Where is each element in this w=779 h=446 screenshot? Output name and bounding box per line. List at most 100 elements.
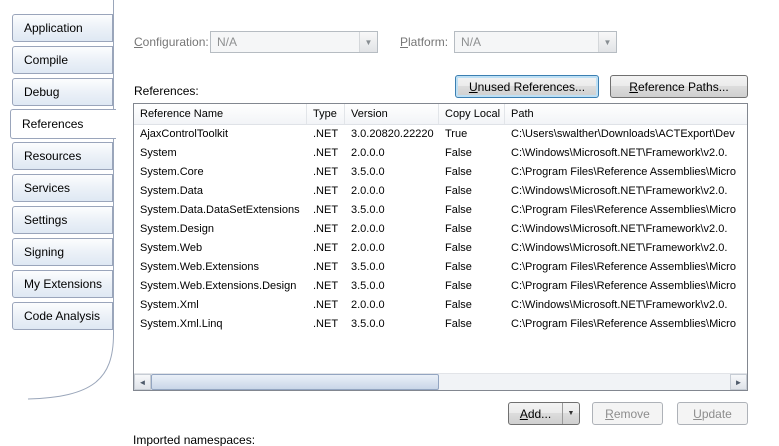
table-row[interactable]: System.Web.Extensions .NET 3.5.0.0 False… xyxy=(134,258,747,277)
cell-version: 3.5.0.0 xyxy=(345,163,439,182)
column-header-copy-local[interactable]: Copy Local xyxy=(439,104,505,124)
chevron-down-icon: ▼ xyxy=(598,32,616,52)
column-header-type[interactable]: Type xyxy=(307,104,345,124)
cell-path: C:\Program Files\Reference Assemblies\Mi… xyxy=(505,277,747,296)
tab-signing[interactable]: Signing xyxy=(12,238,113,266)
table-row[interactable]: AjaxControlToolkit .NET 3.0.20820.22220 … xyxy=(134,125,747,144)
cell-copy-local: False xyxy=(439,315,505,334)
tab-signing-label: Signing xyxy=(24,245,64,259)
table-row[interactable]: System.Xml.Linq .NET 3.5.0.0 False C:\Pr… xyxy=(134,315,747,334)
tab-resources-label: Resources xyxy=(24,149,81,163)
cell-type: .NET xyxy=(307,315,345,334)
tab-code-analysis-label: Code Analysis xyxy=(24,309,100,323)
cell-type: .NET xyxy=(307,163,345,182)
cell-copy-local: False xyxy=(439,163,505,182)
cell-reference-name: System.Web.Extensions.Design xyxy=(134,277,307,296)
cell-reference-name: System.Web xyxy=(134,239,307,258)
cell-reference-name: System xyxy=(134,144,307,163)
cell-type: .NET xyxy=(307,296,345,315)
column-header-path[interactable]: Path xyxy=(505,104,747,124)
configuration-dropdown: N/A ▼ xyxy=(210,31,378,53)
cell-version: 2.0.0.0 xyxy=(345,296,439,315)
cell-copy-local: False xyxy=(439,201,505,220)
tab-application-label: Application xyxy=(24,21,83,35)
add-button[interactable]: Add... ▼ xyxy=(508,402,580,425)
cell-type: .NET xyxy=(307,144,345,163)
cell-copy-local: True xyxy=(439,125,505,144)
table-row[interactable]: System.Data .NET 2.0.0.0 False C:\Window… xyxy=(134,182,747,201)
tab-application[interactable]: Application xyxy=(12,14,113,42)
cell-copy-local: False xyxy=(439,220,505,239)
references-table: Reference Name Type Version Copy Local P… xyxy=(133,103,748,391)
cell-type: .NET xyxy=(307,182,345,201)
tab-services-label: Services xyxy=(24,181,70,195)
table-row[interactable]: System.Web .NET 2.0.0.0 False C:\Windows… xyxy=(134,239,747,258)
unused-references-button[interactable]: Unused References... xyxy=(455,75,599,98)
cell-path: C:\Program Files\Reference Assemblies\Mi… xyxy=(505,201,747,220)
cell-version: 3.5.0.0 xyxy=(345,201,439,220)
cell-type: .NET xyxy=(307,201,345,220)
project-tab-strip: Application Compile Debug References Res… xyxy=(0,0,118,446)
table-row[interactable]: System.Design .NET 2.0.0.0 False C:\Wind… xyxy=(134,220,747,239)
scroll-right-icon[interactable]: ► xyxy=(730,374,747,390)
table-row[interactable]: System .NET 2.0.0.0 False C:\Windows\Mic… xyxy=(134,144,747,163)
table-row[interactable]: System.Xml .NET 2.0.0.0 False C:\Windows… xyxy=(134,296,747,315)
tab-services[interactable]: Services xyxy=(12,174,113,202)
cell-path: C:\Windows\Microsoft.NET\Framework\v2.0. xyxy=(505,220,747,239)
cell-path: C:\Program Files\Reference Assemblies\Mi… xyxy=(505,258,747,277)
cell-path: C:\Windows\Microsoft.NET\Framework\v2.0. xyxy=(505,144,747,163)
imported-namespaces-label: Imported namespaces: xyxy=(133,433,255,446)
update-button: Update xyxy=(677,402,748,425)
cell-version: 2.0.0.0 xyxy=(345,220,439,239)
column-header-version[interactable]: Version xyxy=(345,104,439,124)
cell-reference-name: System.Web.Extensions xyxy=(134,258,307,277)
remove-button-label: Remove xyxy=(605,407,650,421)
cell-reference-name: System.Core xyxy=(134,163,307,182)
table-row[interactable]: System.Web.Extensions.Design .NET 3.5.0.… xyxy=(134,277,747,296)
cell-version: 3.5.0.0 xyxy=(345,277,439,296)
cell-copy-local: False xyxy=(439,239,505,258)
cell-copy-local: False xyxy=(439,258,505,277)
tab-code-analysis[interactable]: Code Analysis xyxy=(12,302,113,330)
cell-type: .NET xyxy=(307,125,345,144)
cell-path: C:\Windows\Microsoft.NET\Framework\v2.0. xyxy=(505,296,747,315)
unused-references-button-label: Unused References... xyxy=(469,80,585,94)
cell-version: 2.0.0.0 xyxy=(345,239,439,258)
cell-copy-local: False xyxy=(439,296,505,315)
remove-button: Remove xyxy=(592,402,663,425)
tab-my-extensions-label: My Extensions xyxy=(24,277,102,291)
references-table-header: Reference Name Type Version Copy Local P… xyxy=(134,104,747,125)
platform-label: Platform: xyxy=(400,35,448,49)
update-button-label: Update xyxy=(693,407,732,421)
cell-reference-name: System.Xml xyxy=(134,296,307,315)
tab-compile-label: Compile xyxy=(24,53,68,67)
horizontal-scrollbar[interactable]: ◄ ► xyxy=(134,373,747,390)
reference-paths-button-label: Reference Paths... xyxy=(629,80,728,94)
table-row[interactable]: System.Core .NET 3.5.0.0 False C:\Progra… xyxy=(134,163,747,182)
scroll-left-icon[interactable]: ◄ xyxy=(134,374,151,390)
reference-paths-button[interactable]: Reference Paths... xyxy=(610,75,748,98)
tab-settings-label: Settings xyxy=(24,213,67,227)
cell-path: C:\Program Files\Reference Assemblies\Mi… xyxy=(505,163,747,182)
tab-debug[interactable]: Debug xyxy=(12,78,113,106)
cell-type: .NET xyxy=(307,239,345,258)
tab-compile[interactable]: Compile xyxy=(12,46,113,74)
cell-copy-local: False xyxy=(439,277,505,296)
table-row[interactable]: System.Data.DataSetExtensions .NET 3.5.0… xyxy=(134,201,747,220)
tab-my-extensions[interactable]: My Extensions xyxy=(12,270,113,298)
tab-settings[interactable]: Settings xyxy=(12,206,113,234)
scrollbar-thumb[interactable] xyxy=(151,374,439,390)
project-properties-page: Application Compile Debug References Res… xyxy=(0,0,779,446)
column-header-reference-name[interactable]: Reference Name xyxy=(134,104,307,124)
cell-version: 3.0.20820.22220 xyxy=(345,125,439,144)
tab-resources[interactable]: Resources xyxy=(12,142,113,170)
add-dropdown-arrow-icon[interactable]: ▼ xyxy=(562,403,579,424)
references-table-body: AjaxControlToolkit .NET 3.0.20820.22220 … xyxy=(134,125,747,334)
platform-value: N/A xyxy=(455,32,598,52)
platform-dropdown: N/A ▼ xyxy=(454,31,617,53)
configuration-value: N/A xyxy=(211,32,359,52)
cell-reference-name: System.Design xyxy=(134,220,307,239)
tab-references[interactable]: References xyxy=(10,109,116,139)
add-button-label: Add... xyxy=(520,407,551,421)
cell-type: .NET xyxy=(307,277,345,296)
